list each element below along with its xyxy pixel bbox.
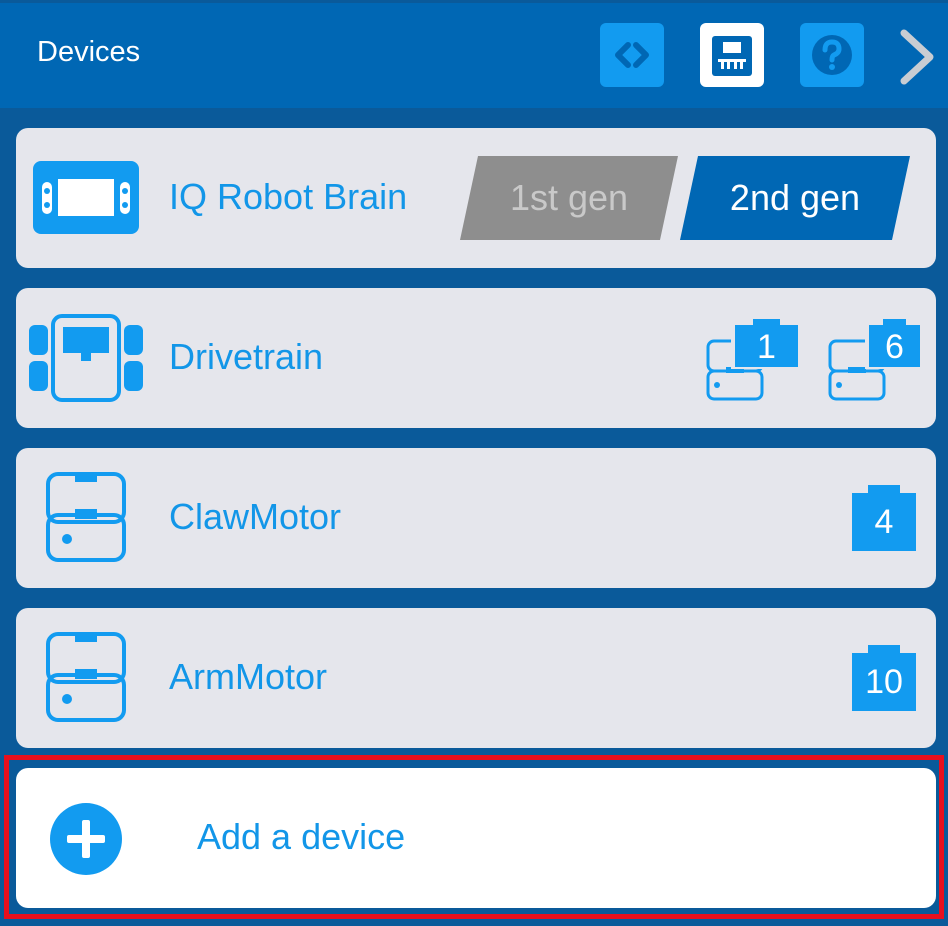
page-title: Devices xyxy=(37,36,141,68)
gen-2nd-button[interactable]: 2nd gen xyxy=(680,156,910,240)
port-indicator: 4 xyxy=(852,485,916,551)
device-card-brain[interactable]: IQ Robot Brain 1st gen 2nd gen xyxy=(16,128,936,268)
header-bar: Devices xyxy=(0,0,948,108)
motor-icon xyxy=(46,472,126,562)
help-icon xyxy=(812,35,852,75)
device-name: ClawMotor xyxy=(169,496,342,537)
port-number: 4 xyxy=(874,503,894,541)
port-indicator: 1 xyxy=(706,316,798,402)
port-indicator: 6 xyxy=(828,316,920,402)
device-card-armmotor[interactable]: ArmMotor 10 xyxy=(16,608,936,748)
port-indicator: 10 xyxy=(852,645,916,711)
add-device-label: Add a device xyxy=(197,816,406,857)
device-name: IQ Robot Brain xyxy=(169,176,408,217)
chevron-right-icon[interactable] xyxy=(898,27,938,87)
devices-icon xyxy=(712,36,752,76)
device-name: Drivetrain xyxy=(169,336,324,377)
devices-view-button[interactable] xyxy=(700,23,764,87)
gen-1st-button[interactable]: 1st gen xyxy=(460,156,678,240)
device-card-drivetrain[interactable]: Drivetrain 1 6 xyxy=(16,288,936,428)
motor-icon xyxy=(46,632,126,722)
gen-2nd-label: 2nd gen xyxy=(729,177,861,218)
device-name: ArmMotor xyxy=(169,656,328,697)
code-icon xyxy=(615,42,649,68)
plus-circle-icon xyxy=(50,803,122,875)
device-card-clawmotor[interactable]: ClawMotor 4 xyxy=(16,448,936,588)
help-button[interactable] xyxy=(800,23,864,87)
port-number: 6 xyxy=(885,328,904,366)
gen-1st-label: 1st gen xyxy=(509,177,629,218)
port-number: 1 xyxy=(757,328,776,366)
code-view-button[interactable] xyxy=(600,23,664,87)
port-number: 10 xyxy=(865,663,903,701)
brain-icon xyxy=(33,161,139,234)
drivetrain-icon xyxy=(29,314,143,402)
add-device-button[interactable]: Add a device xyxy=(16,768,936,908)
